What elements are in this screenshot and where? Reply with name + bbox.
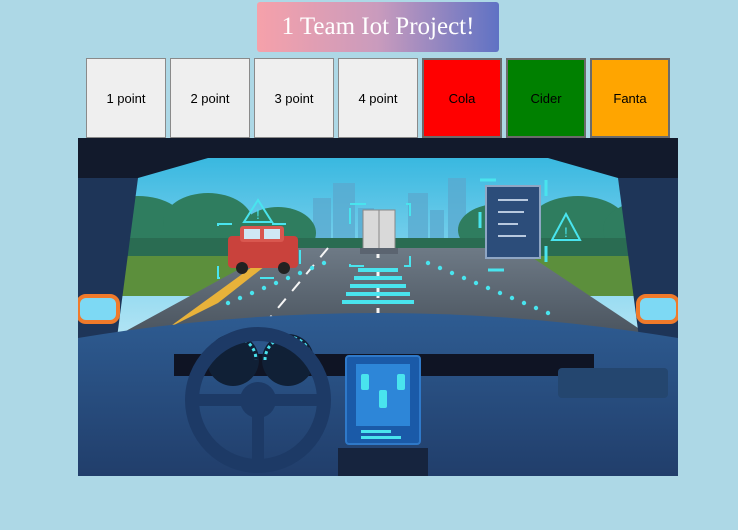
point-2-button[interactable]: 2 point (170, 58, 250, 138)
autonomous-car-illustration: ! ! (78, 138, 678, 476)
cola-button[interactable]: Cola (422, 58, 502, 138)
svg-text:!: ! (256, 206, 260, 222)
point-3-button[interactable]: 3 point (254, 58, 334, 138)
point-4-button[interactable]: 4 point (338, 58, 418, 138)
svg-text:!: ! (564, 224, 568, 240)
point-1-button[interactable]: 1 point (86, 58, 166, 138)
cider-button[interactable]: Cider (506, 58, 586, 138)
fanta-button[interactable]: Fanta (590, 58, 670, 138)
page-title: 1 Team Iot Project! (257, 2, 499, 52)
